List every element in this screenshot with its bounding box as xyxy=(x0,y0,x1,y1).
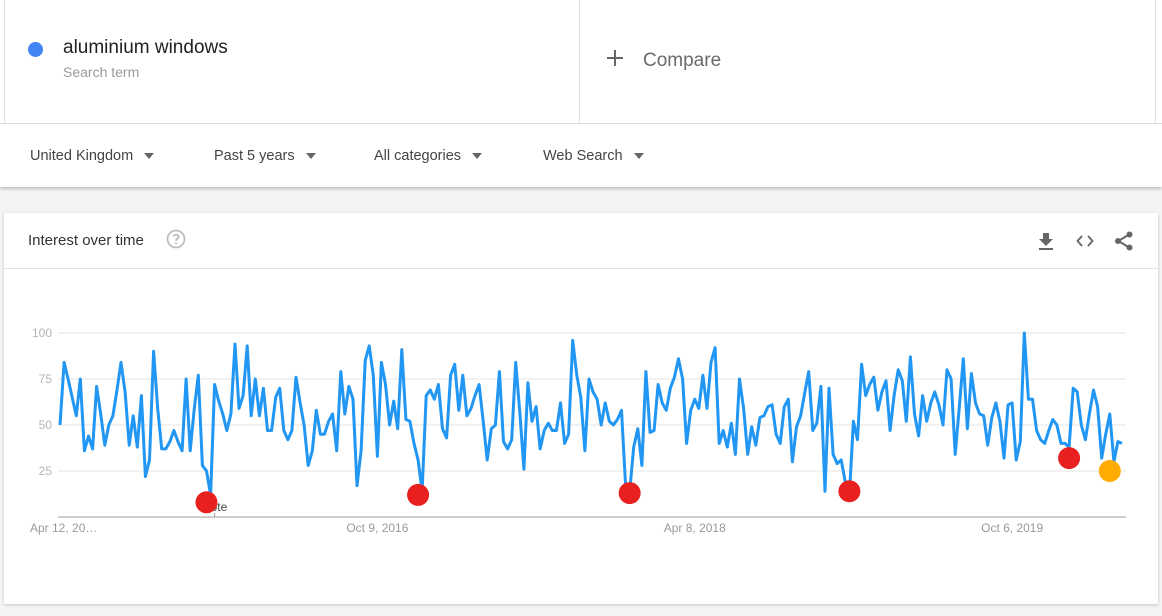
annotation-marker xyxy=(618,482,641,505)
annotation-marker xyxy=(407,483,430,506)
x-tick-label: Apr 12, 20… xyxy=(30,521,97,535)
search-type-dropdown[interactable]: Web Search xyxy=(543,146,644,166)
annotation-marker xyxy=(1058,447,1081,470)
region-dropdown-label: United Kingdom xyxy=(30,148,134,164)
caret-down-icon xyxy=(633,153,644,159)
card-title: Interest over time xyxy=(28,232,144,249)
x-tick-label: Oct 9, 2016 xyxy=(346,521,408,535)
time-range-dropdown-label: Past 5 years xyxy=(214,148,295,164)
y-tick-label: 25 xyxy=(39,464,53,478)
interest-over-time-chart[interactable]: 25 50 75 100 Apr 12, 20… Oct 9, 2016 Apr 8, 20… xyxy=(0,313,1162,543)
caret-down-icon xyxy=(305,153,316,159)
share-icon[interactable] xyxy=(1113,230,1135,252)
search-term-name[interactable]: aluminium windows xyxy=(63,37,228,59)
category-dropdown[interactable]: All categories xyxy=(374,146,483,166)
annotation-marker xyxy=(838,480,861,503)
download-icon[interactable] xyxy=(1035,230,1057,252)
x-tick-label: Apr 8, 2018 xyxy=(664,521,726,535)
category-dropdown-label: All categories xyxy=(374,148,462,164)
filter-bar: United Kingdom Past 5 years All categori… xyxy=(0,124,1162,187)
caret-down-icon xyxy=(144,153,155,159)
embed-icon[interactable] xyxy=(1074,230,1096,252)
x-tick-label: Oct 6, 2019 xyxy=(981,521,1043,535)
annotation-marker xyxy=(1098,460,1121,482)
annotation-marker xyxy=(195,491,218,514)
compare-label: Compare xyxy=(643,50,722,71)
y-tick-label: 50 xyxy=(39,418,53,432)
plus-icon xyxy=(607,50,623,66)
search-type-dropdown-label: Web Search xyxy=(543,148,623,164)
help-icon[interactable] xyxy=(166,229,186,249)
region-dropdown[interactable]: United Kingdom xyxy=(30,146,155,166)
card-header: Interest over time xyxy=(4,213,1158,269)
time-range-dropdown[interactable]: Past 5 years xyxy=(214,146,316,166)
search-term-card[interactable]: aluminium windows Search term xyxy=(4,0,580,123)
caret-down-icon xyxy=(472,153,483,159)
series-color-dot-icon xyxy=(28,42,43,57)
search-term-subtitle: Search term xyxy=(63,64,140,80)
search-terms-bar: aluminium windows Search term Compare xyxy=(0,0,1162,124)
compare-button[interactable]: Compare xyxy=(579,0,1156,123)
y-tick-label: 75 xyxy=(39,372,53,386)
y-tick-label: 100 xyxy=(32,326,52,340)
